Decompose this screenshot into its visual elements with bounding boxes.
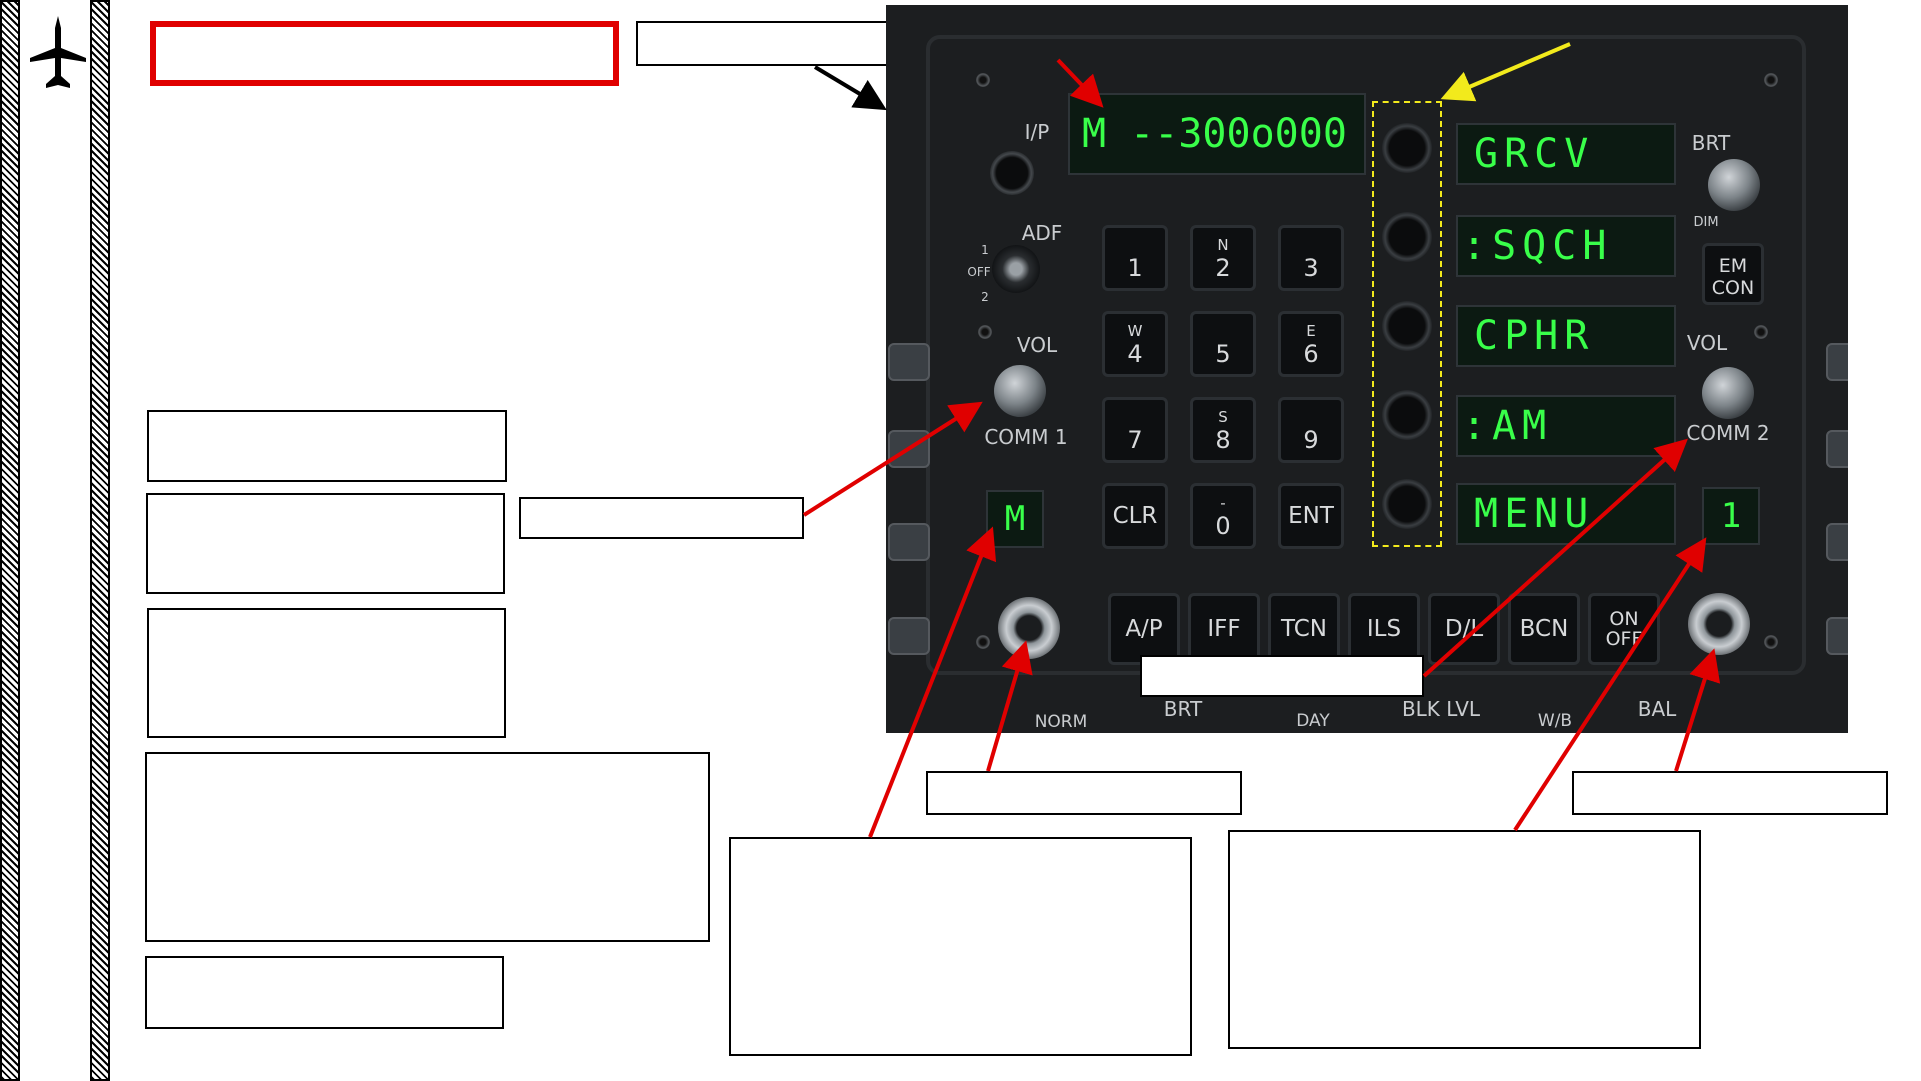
arrow-option-buttons bbox=[1440, 42, 1571, 102]
arrow-comm1-channel bbox=[868, 526, 997, 838]
arrow-comm1-volume bbox=[802, 401, 983, 517]
callout-arrows bbox=[802, 42, 1721, 838]
arrow-comm2-knob bbox=[1674, 648, 1721, 772]
arrow-option-display bbox=[1422, 438, 1688, 678]
arrow-comm2-channel bbox=[1513, 537, 1707, 832]
arrow-comm1-knob bbox=[986, 640, 1033, 772]
arrow-scratchpad bbox=[1056, 58, 1104, 108]
arrow-panel bbox=[813, 65, 887, 111]
